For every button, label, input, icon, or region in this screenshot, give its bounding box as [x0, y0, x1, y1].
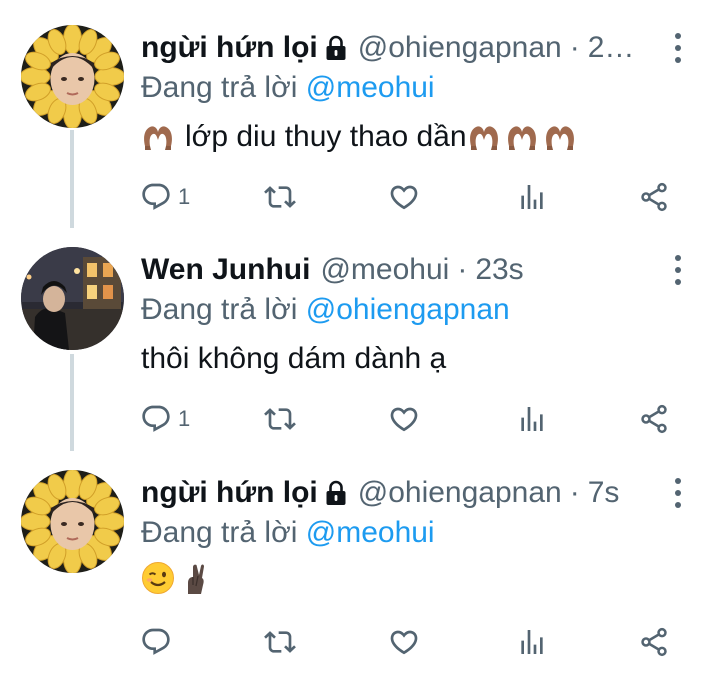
user-handle[interactable]: @ohiengapnan — [358, 27, 562, 69]
reply-mention[interactable]: @meohui — [306, 71, 435, 104]
reply-icon — [140, 403, 172, 435]
tweet-text: thôi không dám dành ạ — [141, 338, 446, 380]
reply-context: Đang trả lời @ohiengapnan — [141, 291, 510, 329]
heart-hands-emoji — [505, 120, 539, 154]
views-button[interactable] — [516, 621, 548, 663]
reply-button[interactable]: 1 — [140, 176, 190, 218]
reply-prefix: Đang trả lời — [141, 293, 298, 326]
separator: · — [569, 476, 580, 509]
more-vertical-icon[interactable] — [664, 252, 692, 288]
tweet-text-content: thôi không dám dành ạ — [141, 342, 447, 375]
tweet-header: ngừi hứn lọi @ohiengapnan · 7s — [141, 472, 661, 514]
reply-context: Đang trả lời @meohui — [141, 514, 435, 552]
reply-count: 1 — [178, 184, 191, 209]
reply-icon — [140, 626, 172, 658]
sunflower-avatar-image — [21, 470, 124, 573]
tweet[interactable]: ngừi hứn lọi @ohiengapnan · 2… Đang trả … — [0, 0, 720, 220]
tweet-header: Wen Junhui @meohui · 23s — [141, 249, 661, 291]
heart-icon — [388, 181, 420, 213]
reply-prefix: Đang trả lời — [141, 516, 298, 549]
analytics-icon — [516, 626, 548, 658]
lock-icon — [324, 35, 348, 61]
reply-icon — [140, 181, 172, 213]
user-handle[interactable]: @meohui — [320, 249, 449, 291]
share-icon — [638, 181, 670, 213]
heart-hands-emoji — [467, 120, 501, 154]
views-button[interactable] — [516, 398, 548, 440]
separator: · — [569, 31, 580, 64]
lock-icon — [324, 480, 348, 506]
reply-mention[interactable]: @ohiengapnan — [306, 293, 510, 326]
display-name[interactable]: ngừi hứn lọi — [141, 472, 318, 514]
sunflower-avatar-image — [21, 25, 124, 128]
reply-prefix: Đang trả lời — [141, 71, 298, 104]
display-name[interactable]: Wen Junhui — [141, 249, 310, 291]
avatar[interactable] — [21, 470, 124, 573]
display-name[interactable]: ngừi hứn lọi — [141, 27, 318, 69]
reply-mention[interactable]: @meohui — [306, 516, 435, 549]
tweet-actions: 1 — [140, 398, 680, 440]
share-icon — [638, 403, 670, 435]
crossed-fingers-emoji — [179, 561, 213, 595]
share-icon — [638, 626, 670, 658]
more-vertical-icon[interactable] — [664, 475, 692, 511]
conversation-thread: ngừi hứn lọi @ohiengapnan · 2… Đang trả … — [0, 0, 720, 675]
reply-button[interactable]: 1 — [140, 398, 190, 440]
user-handle[interactable]: @ohiengapnan — [358, 472, 562, 514]
tweet-text — [141, 561, 213, 595]
retweet-button[interactable] — [264, 398, 296, 440]
tweet[interactable]: ngừi hứn lọi @ohiengapnan · 7s Đang trả … — [0, 445, 720, 665]
heart-hands-emoji — [141, 120, 175, 154]
timestamp[interactable]: 7s — [588, 472, 620, 514]
tweet-text-content: lớp diu thuy thao dần — [185, 120, 467, 153]
avatar[interactable] — [21, 247, 124, 350]
tweet[interactable]: Wen Junhui @meohui · 23s Đang trả lời @o… — [0, 222, 720, 442]
retweet-icon — [264, 403, 296, 435]
heart-icon — [388, 403, 420, 435]
like-button[interactable] — [388, 621, 420, 663]
tweet-actions: 1 — [140, 176, 680, 218]
share-button[interactable] — [638, 621, 670, 663]
reply-button[interactable] — [140, 621, 178, 663]
tweet-text: lớp diu thuy thao dần — [141, 116, 577, 158]
heart-hands-emoji — [543, 120, 577, 154]
timestamp[interactable]: 2… — [588, 27, 635, 69]
share-button[interactable] — [638, 398, 670, 440]
share-button[interactable] — [638, 176, 670, 218]
views-button[interactable] — [516, 176, 548, 218]
tweet-actions — [140, 621, 680, 663]
retweet-icon — [264, 626, 296, 658]
heart-icon — [388, 626, 420, 658]
avatar[interactable] — [21, 25, 124, 128]
analytics-icon — [516, 403, 548, 435]
retweet-button[interactable] — [264, 621, 296, 663]
retweet-button[interactable] — [264, 176, 296, 218]
separator: · — [457, 253, 468, 286]
like-button[interactable] — [388, 176, 420, 218]
analytics-icon — [516, 181, 548, 213]
night-street-avatar-image — [21, 247, 124, 350]
retweet-icon — [264, 181, 296, 213]
tweet-header: ngừi hứn lọi @ohiengapnan · 2… — [141, 27, 661, 69]
like-button[interactable] — [388, 398, 420, 440]
reply-context: Đang trả lời @meohui — [141, 69, 435, 107]
winking-face-emoji — [141, 561, 175, 595]
reply-count: 1 — [178, 406, 191, 431]
timestamp[interactable]: 23s — [475, 249, 523, 291]
more-vertical-icon[interactable] — [664, 30, 692, 66]
